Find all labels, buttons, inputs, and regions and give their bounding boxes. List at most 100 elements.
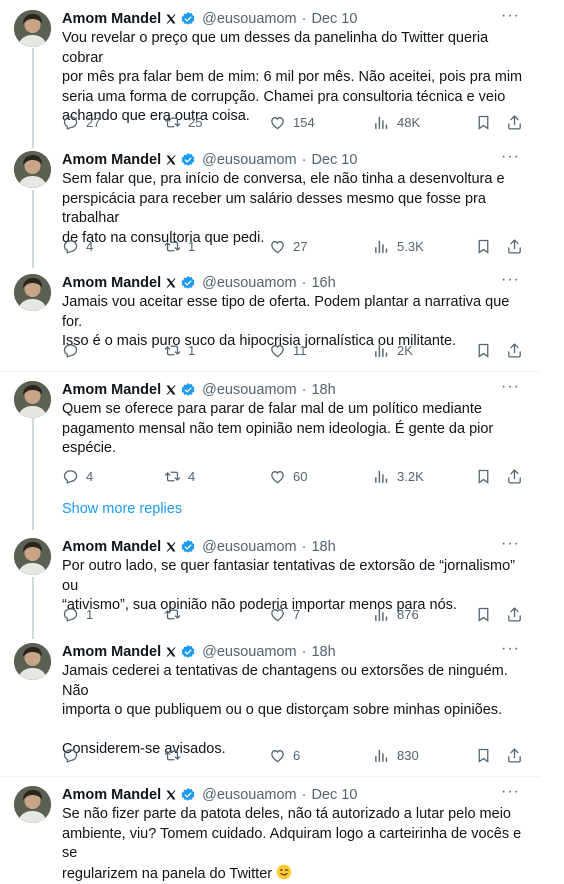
like-button[interactable]: 11 [269, 340, 307, 360]
avatar[interactable] [14, 538, 51, 575]
share-button[interactable] [506, 112, 523, 132]
reply-button[interactable]: 4 [62, 466, 93, 486]
more-options-icon[interactable]: ··· [501, 640, 520, 658]
more-options-icon[interactable]: ··· [501, 378, 520, 396]
author-handle[interactable]: @eusouamom [202, 382, 297, 398]
author-handle[interactable]: @eusouamom [202, 11, 297, 27]
tweet-time[interactable]: Dec 10 [311, 152, 357, 168]
retweet-button[interactable] [164, 604, 188, 624]
share-button[interactable] [506, 745, 523, 765]
avatar[interactable] [14, 10, 51, 47]
tweet-time[interactable]: 18h [311, 539, 335, 555]
reply-icon [62, 606, 79, 623]
x-badge-icon [161, 277, 177, 289]
tweet[interactable]: Amom Mandel @eusouamom · Dec 10 ··· Sem falar… [0, 141, 540, 264]
reply-icon [62, 468, 79, 485]
author-handle[interactable]: @eusouamom [202, 152, 297, 168]
views-button[interactable]: 5.3K [373, 236, 424, 256]
avatar[interactable] [14, 151, 51, 188]
more-options-icon[interactable]: ··· [501, 148, 520, 166]
author-handle[interactable]: @eusouamom [202, 644, 297, 660]
bookmark-button[interactable] [475, 236, 492, 256]
author-name[interactable]: Amom Mandel [62, 787, 161, 803]
tweet-time[interactable]: Dec 10 [311, 11, 357, 27]
share-icon [506, 238, 523, 255]
more-options-icon[interactable]: ··· [501, 535, 520, 553]
share-button[interactable] [506, 340, 523, 360]
avatar[interactable] [14, 643, 51, 680]
views-button[interactable]: 876 [373, 604, 419, 624]
separator-dot: · [301, 152, 307, 168]
show-more-replies-link[interactable]: Show more replies [62, 501, 182, 517]
bookmark-icon [475, 238, 492, 255]
reply-button[interactable]: 27 [62, 112, 100, 132]
retweet-button[interactable]: 4 [164, 466, 195, 486]
retweet-button[interactable] [164, 745, 188, 765]
verified-badge-icon [177, 152, 196, 168]
winking-face-with-tongue-icon [276, 864, 292, 879]
views-button[interactable]: 48K [373, 112, 420, 132]
avatar[interactable] [14, 274, 51, 311]
avatar[interactable] [14, 786, 51, 823]
like-button[interactable]: 154 [269, 112, 315, 132]
retweet-button[interactable]: 25 [164, 112, 202, 132]
like-button[interactable]: 60 [269, 466, 307, 486]
views-button[interactable]: 830 [373, 745, 419, 765]
like-button[interactable]: 27 [269, 236, 307, 256]
tweet-header: Amom Mandel @eusouamom · 16h ··· [62, 271, 520, 293]
views-button[interactable]: 2K [373, 340, 413, 360]
tweet-time[interactable]: 18h [311, 382, 335, 398]
x-badge-icon [161, 384, 177, 396]
bookmark-button[interactable] [475, 112, 492, 132]
separator-dot: · [301, 382, 307, 398]
views-button[interactable]: 3.2K [373, 466, 424, 486]
bookmark-button[interactable] [475, 604, 492, 624]
avatar[interactable] [14, 381, 51, 418]
like-button[interactable]: 6 [269, 745, 300, 765]
bookmark-icon [475, 468, 492, 485]
x-badge-icon [161, 541, 177, 553]
tweet[interactable]: Amom Mandel @eusouamom · 16h ··· Jamais vou a… [0, 264, 540, 372]
reply-button[interactable]: 4 [62, 236, 93, 256]
bookmark-button[interactable] [475, 745, 492, 765]
author-name[interactable]: Amom Mandel [62, 644, 161, 660]
author-name[interactable]: Amom Mandel [62, 11, 161, 27]
reply-count: 1 [86, 606, 94, 622]
tweet-time[interactable]: 18h [311, 644, 335, 660]
author-name[interactable]: Amom Mandel [62, 152, 161, 168]
reply-icon [62, 342, 79, 359]
share-button[interactable] [506, 236, 523, 256]
tweet[interactable]: Amom Mandel @eusouamom · Dec 10 ··· Se não fi… [0, 776, 540, 882]
tweet-time[interactable]: 16h [311, 275, 335, 291]
tweet-actions: 1 7 876 [62, 604, 532, 624]
author-name[interactable]: Amom Mandel [62, 539, 161, 555]
more-options-icon[interactable]: ··· [501, 271, 520, 289]
bookmark-icon [475, 342, 492, 359]
author-name[interactable]: Amom Mandel [62, 275, 161, 291]
bookmark-button[interactable] [475, 466, 492, 486]
tweet-time[interactable]: Dec 10 [311, 787, 357, 803]
tweet[interactable]: Amom Mandel @eusouamom · 18h ··· Por outro la… [0, 528, 540, 633]
tweet[interactable]: Amom Mandel @eusouamom · Dec 10 ··· Vou revel… [0, 0, 540, 141]
more-options-icon[interactable]: ··· [501, 783, 520, 801]
bookmark-button[interactable] [475, 340, 492, 360]
like-button[interactable]: 7 [269, 604, 300, 624]
share-button[interactable] [506, 604, 523, 624]
author-handle[interactable]: @eusouamom [202, 787, 297, 803]
tweet-header: Amom Mandel @eusouamom · Dec 10 ··· [62, 783, 520, 805]
reply-button[interactable]: 1 [62, 604, 93, 624]
more-options-icon[interactable]: ··· [501, 7, 520, 25]
retweet-button[interactable]: 1 [164, 236, 195, 256]
bookmark-icon [475, 114, 492, 131]
bookmark-icon [475, 606, 492, 623]
reply-button[interactable] [62, 340, 86, 360]
reply-button[interactable] [62, 745, 86, 765]
retweet-button[interactable]: 1 [164, 340, 195, 360]
tweet[interactable]: Amom Mandel @eusouamom · 18h ··· Jamais ceder… [0, 633, 540, 777]
views-count: 876 [397, 606, 419, 622]
share-button[interactable] [506, 466, 523, 486]
tweet[interactable]: Amom Mandel @eusouamom · 18h ··· Quem se ofer… [0, 371, 540, 501]
author-name[interactable]: Amom Mandel [62, 382, 161, 398]
author-handle[interactable]: @eusouamom [202, 539, 297, 555]
author-handle[interactable]: @eusouamom [202, 275, 297, 291]
